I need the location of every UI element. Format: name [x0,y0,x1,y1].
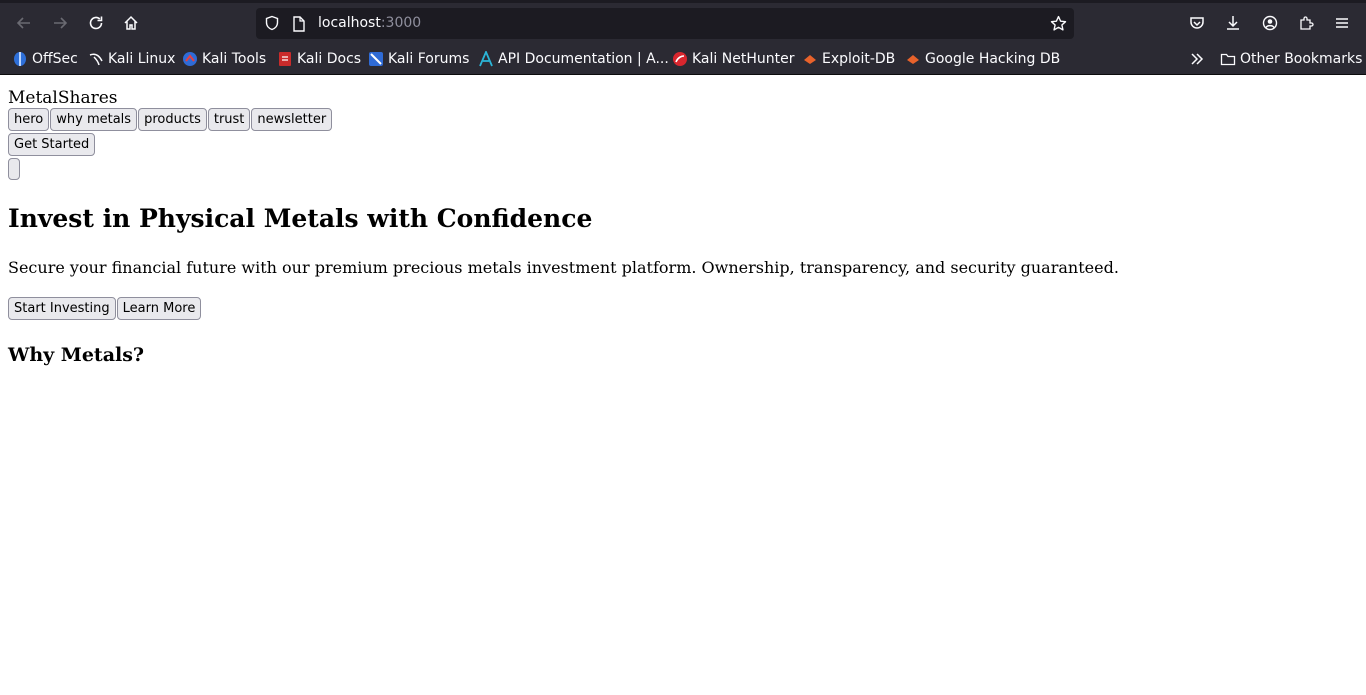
api-docs-icon [479,51,493,67]
back-icon[interactable] [10,9,38,37]
bookmark-google-hacking-db[interactable]: Google Hacking DB [905,50,1060,68]
bookmark-label: Kali Linux [108,51,176,67]
bookmark-offsec[interactable]: OffSec [12,50,78,68]
tracking-protection-icon[interactable] [264,15,280,31]
url-port: :3000 [380,15,422,31]
kali-tools-icon [183,52,197,66]
bookmarks-overflow-button[interactable] [1189,50,1205,68]
bookmark-label: Exploit-DB [822,51,896,67]
kali-forums-icon [369,52,383,66]
bookmark-kali-forums[interactable]: Kali Forums [368,50,469,68]
url-text[interactable]: localhost:3000 [318,15,421,32]
offsec-icon [14,52,26,66]
hero-cta-row: Start Investing Learn More [8,297,1358,321]
kali-dragon-icon [89,53,103,66]
bookmark-kali-linux[interactable]: Kali Linux [88,50,175,68]
browser-toolbar: localhost:3000 [0,3,1366,43]
get-started-button[interactable]: Get Started [8,133,96,156]
extensions-icon[interactable] [1292,9,1320,37]
nav-button-newsletter[interactable]: newsletter [251,108,333,131]
url-host: localhost [318,15,381,31]
menu-toggle-button[interactable] [8,158,20,180]
learn-more-button[interactable]: Learn More [116,297,202,320]
site-nav: hero why metals products trust newslette… [8,108,1358,132]
bookmark-kali-nethunter[interactable]: Kali NetHunter [672,50,794,68]
bookmark-api-docs[interactable]: API Documentation | A... [478,50,669,68]
other-bookmarks-label: Other Bookmarks [1240,51,1363,67]
browser-chrome: localhost:3000 OffSec Kali Linux Kali To… [0,0,1366,75]
site-brand: MetalShares [8,88,118,108]
bookmark-label: Google Hacking DB [925,51,1061,67]
bookmark-kali-docs[interactable]: Kali Docs [277,50,361,68]
bookmarks-toolbar: OffSec Kali Linux Kali Tools Kali Docs K… [0,43,1366,75]
page-content: MetalShares hero why metals products tru… [0,75,1366,375]
page-info-icon[interactable] [292,16,306,32]
forward-icon[interactable] [46,9,74,37]
hero-subtitle: Secure your financial future with our pr… [8,258,1119,277]
home-icon[interactable] [117,9,145,37]
folder-icon [1220,53,1236,66]
menu-icon[interactable] [1328,9,1356,37]
chevron-double-right-icon [1191,53,1204,65]
address-bar[interactable]: localhost:3000 [256,8,1074,39]
bookmark-label: Kali Forums [388,51,470,67]
kali-docs-icon [279,52,291,66]
bookmark-label: OffSec [32,51,78,67]
nav-button-hero[interactable]: hero [8,108,50,131]
downloads-icon[interactable] [1219,9,1247,37]
bookmark-exploit-db[interactable]: Exploit-DB [802,50,895,68]
other-bookmarks[interactable]: Other Bookmarks [1220,50,1362,68]
nethunter-icon [673,52,687,66]
nav-button-trust[interactable]: trust [207,108,251,131]
start-investing-button[interactable]: Start Investing [8,297,116,320]
nav-button-products[interactable]: products [138,108,207,131]
bookmark-kali-tools[interactable]: Kali Tools [182,50,266,68]
nav-button-why-metals[interactable]: why metals [50,108,138,131]
bookmark-label: Kali NetHunter [692,51,795,67]
reload-icon[interactable] [82,9,110,37]
exploit-db-icon [804,55,816,64]
hero-title: Invest in Physical Metals with Confidenc… [8,204,593,233]
bookmark-label: Kali Tools [202,51,267,67]
account-icon[interactable] [1256,9,1284,37]
ghdb-icon [907,55,919,64]
bookmark-label: Kali Docs [297,51,362,67]
why-metals-heading: Why Metals? [8,344,145,366]
bookmark-star-icon[interactable] [1050,15,1067,32]
pocket-icon[interactable] [1183,9,1211,37]
bookmark-label: API Documentation | A... [498,51,669,67]
get-started-row: Get Started [8,133,1358,157]
